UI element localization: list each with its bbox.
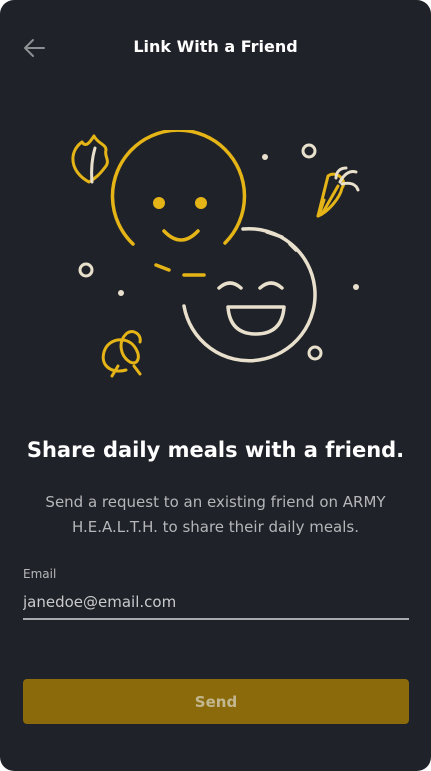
laughing-face-icon bbox=[182, 226, 317, 363]
ring-decoration bbox=[301, 143, 317, 159]
ring-decoration bbox=[78, 262, 94, 278]
email-field[interactable] bbox=[23, 586, 409, 620]
ring-decoration bbox=[307, 345, 323, 361]
description-text: Send a request to an existing friend on … bbox=[45, 493, 386, 536]
carrot-icon bbox=[316, 166, 360, 218]
link-friend-screen: Link With a Friend Share daily meals wit… bbox=[0, 0, 431, 771]
friends-illustration bbox=[71, 130, 360, 378]
dot-decoration bbox=[353, 284, 359, 290]
leaf-icon bbox=[71, 134, 109, 184]
happy-face-icon bbox=[110, 130, 247, 277]
headline: Share daily meals with a friend. bbox=[26, 438, 405, 462]
dot-decoration bbox=[118, 290, 124, 296]
dot-decoration bbox=[262, 154, 268, 160]
send-button[interactable]: Send bbox=[23, 679, 409, 724]
pretzel-icon bbox=[101, 330, 142, 378]
page-title: Link With a Friend bbox=[133, 37, 298, 56]
email-label: Email bbox=[23, 567, 57, 581]
